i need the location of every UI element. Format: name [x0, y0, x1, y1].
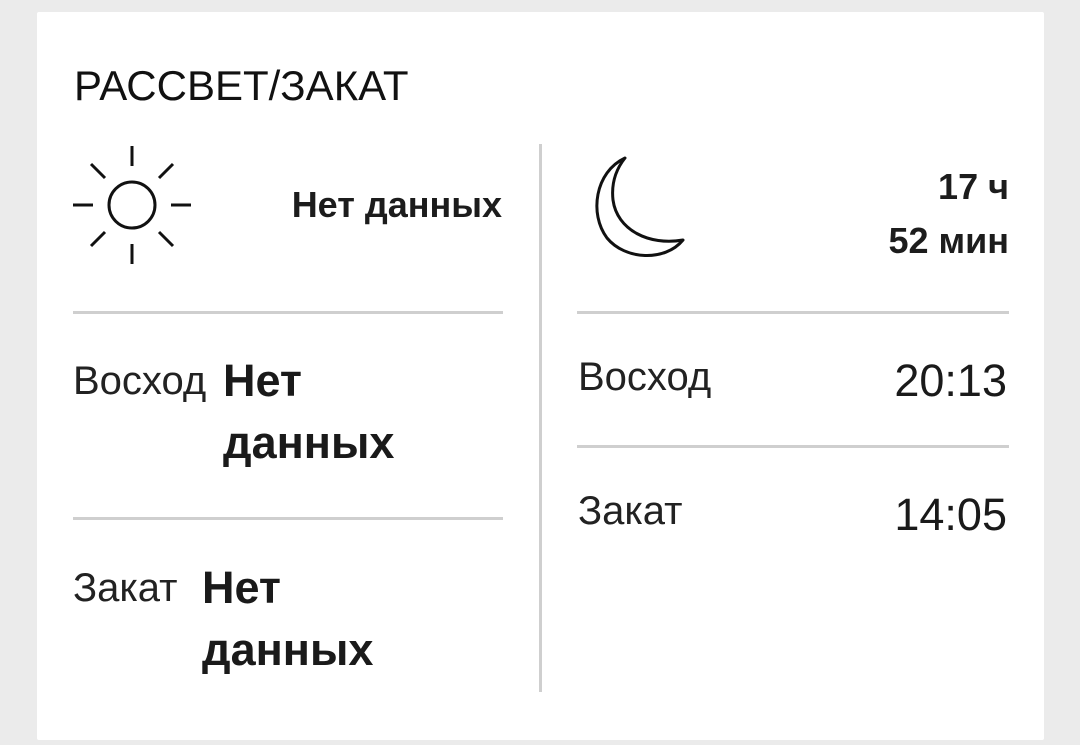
moonset-label: Закат — [578, 489, 683, 533]
sun-icon — [73, 146, 191, 264]
sunrise-label: Восход — [73, 359, 207, 403]
moonset-time: 14:05 — [894, 489, 1007, 540]
moon-duration-minutes: 52 мин — [888, 220, 1009, 261]
moon-duration-hours: 17 ч — [938, 166, 1009, 207]
sun-day-length: Нет данных — [291, 184, 502, 225]
column-divider — [539, 144, 542, 692]
sunrise-sunset-card: РАССВЕТ/ЗАКАТ Нет данных Восход Нет данн… — [37, 12, 1044, 740]
sunrise-value: Нет данных — [223, 355, 395, 468]
divider — [73, 311, 503, 314]
divider — [73, 517, 503, 520]
divider — [577, 445, 1009, 448]
moonrise-time: 20:13 — [894, 355, 1007, 406]
moon-duration: 17 ч 52 мин — [849, 160, 1009, 268]
moon-icon — [595, 156, 685, 257]
sunset-value: Нет данных — [202, 562, 374, 675]
card-title: РАССВЕТ/ЗАКАТ — [74, 62, 409, 109]
divider — [577, 311, 1009, 314]
sunset-label: Закат — [73, 566, 178, 610]
moonrise-label: Восход — [578, 355, 712, 399]
